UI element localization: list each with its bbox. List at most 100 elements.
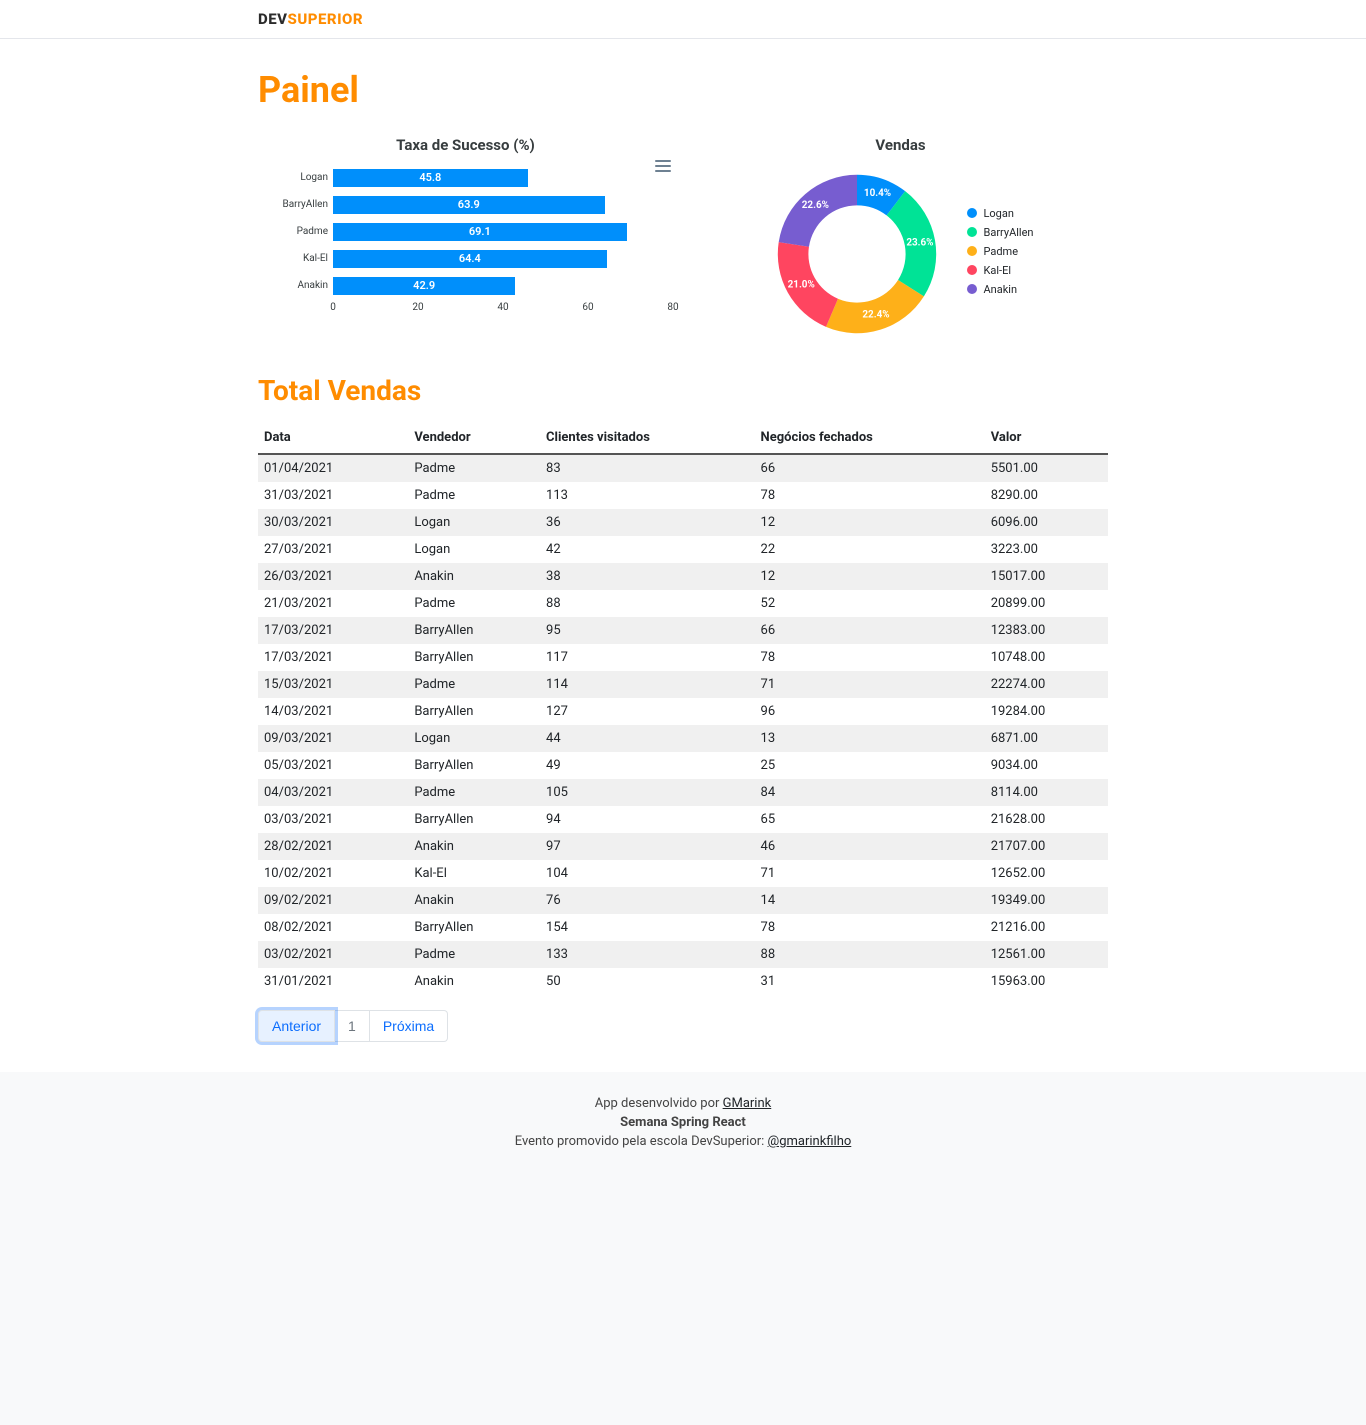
table-cell: 30/03/2021: [258, 509, 408, 536]
table-row: 17/03/2021BarryAllen1177810748.00: [258, 644, 1108, 671]
bar-chart-title: Taxa de Sucesso (%): [258, 136, 673, 154]
table-cell: 71: [755, 860, 985, 887]
table-cell: 10748.00: [985, 644, 1108, 671]
bar-fill[interactable]: 69.1: [333, 223, 627, 241]
bar-row: Kal-El64.4: [333, 245, 673, 272]
table-header-cell: Clientes visitados: [540, 422, 755, 454]
table-cell: 31/03/2021: [258, 482, 408, 509]
bar-fill[interactable]: 45.8: [333, 169, 528, 187]
table-cell: 09/02/2021: [258, 887, 408, 914]
table-cell: 95: [540, 617, 755, 644]
footer-event-name: Semana Spring React: [620, 1115, 746, 1130]
bar-track: 63.9: [333, 196, 673, 214]
table-cell: 76: [540, 887, 755, 914]
table-cell: 12383.00: [985, 617, 1108, 644]
bar-row: Logan45.8: [333, 164, 673, 191]
table-cell: 83: [540, 454, 755, 482]
table-cell: 12652.00: [985, 860, 1108, 887]
table-cell: 78: [755, 914, 985, 941]
bar-fill[interactable]: 63.9: [333, 196, 605, 214]
bar-track: 45.8: [333, 169, 673, 187]
table-cell: 78: [755, 482, 985, 509]
legend-swatch: [967, 265, 977, 275]
table-cell: 5501.00: [985, 454, 1108, 482]
legend-swatch: [967, 246, 977, 256]
pagination-prev-button[interactable]: Anterior: [258, 1010, 335, 1042]
bar-row: Padme69.1: [333, 218, 673, 245]
bar-fill[interactable]: 42.9: [333, 277, 515, 295]
legend-label: Logan: [983, 207, 1013, 220]
table-cell: 14/03/2021: [258, 698, 408, 725]
table-cell: Anakin: [408, 887, 540, 914]
table-cell: 66: [755, 617, 985, 644]
logo-part1: DEV: [258, 10, 288, 28]
table-row: 09/02/2021Anakin761419349.00: [258, 887, 1108, 914]
table-cell: Logan: [408, 509, 540, 536]
table-cell: 88: [540, 590, 755, 617]
app-logo: DEVSUPERIOR: [258, 10, 1108, 28]
legend-item[interactable]: Padme: [967, 245, 1033, 258]
logo-part2: SUPERIOR: [288, 10, 364, 28]
table-cell: 15/03/2021: [258, 671, 408, 698]
table-cell: 44: [540, 725, 755, 752]
pagination-current-page[interactable]: 1: [335, 1010, 370, 1042]
table-cell: Anakin: [408, 833, 540, 860]
bar-track: 69.1: [333, 223, 673, 241]
charts-row: Taxa de Sucesso (%) Logan45.8BarryAllen6…: [258, 136, 1108, 344]
table-cell: 15963.00: [985, 968, 1108, 995]
table-cell: 78: [755, 644, 985, 671]
table-cell: 10/02/2021: [258, 860, 408, 887]
table-cell: BarryAllen: [408, 617, 540, 644]
footer-handle-link[interactable]: @gmarinkfilho: [768, 1134, 852, 1149]
donut-slice-label: 23.6%: [907, 237, 934, 248]
legend-item[interactable]: Anakin: [967, 283, 1033, 296]
table-section-title: Total Vendas: [258, 374, 1108, 407]
pagination-next-button[interactable]: Próxima: [370, 1010, 448, 1042]
table-cell: 21707.00: [985, 833, 1108, 860]
table-cell: 52: [755, 590, 985, 617]
table-cell: 3223.00: [985, 536, 1108, 563]
footer-event-promo: Evento promovido pela escola DevSuperior…: [0, 1134, 1366, 1149]
legend-item[interactable]: Kal-El: [967, 264, 1033, 277]
table-cell: 21/03/2021: [258, 590, 408, 617]
bar-fill[interactable]: 64.4: [333, 250, 607, 268]
table-cell: 71: [755, 671, 985, 698]
table-row: 14/03/2021BarryAllen1279619284.00: [258, 698, 1108, 725]
donut-slice[interactable]: [826, 280, 924, 333]
table-cell: BarryAllen: [408, 914, 540, 941]
footer-author-link[interactable]: GMarink: [723, 1096, 772, 1111]
table-cell: 84: [755, 779, 985, 806]
legend-label: Anakin: [983, 283, 1017, 296]
bar-axis-tick: 0: [330, 302, 336, 313]
bar-category-label: BarryAllen: [258, 199, 328, 210]
table-row: 15/03/2021Padme1147122274.00: [258, 671, 1108, 698]
legend-item[interactable]: BarryAllen: [967, 226, 1033, 239]
legend-item[interactable]: Logan: [967, 207, 1033, 220]
donut-slice-label: 22.4%: [863, 310, 890, 321]
table-header-cell: Vendedor: [408, 422, 540, 454]
table-cell: 22274.00: [985, 671, 1108, 698]
bar-track: 64.4: [333, 250, 673, 268]
table-cell: 50: [540, 968, 755, 995]
table-cell: 31: [755, 968, 985, 995]
legend-swatch: [967, 208, 977, 218]
bar-axis-tick: 20: [412, 302, 423, 313]
table-cell: 8290.00: [985, 482, 1108, 509]
table-cell: 17/03/2021: [258, 644, 408, 671]
table-row: 08/02/2021BarryAllen1547821216.00: [258, 914, 1108, 941]
table-cell: 154: [540, 914, 755, 941]
table-cell: 9034.00: [985, 752, 1108, 779]
table-cell: Padme: [408, 941, 540, 968]
table-row: 03/03/2021BarryAllen946521628.00: [258, 806, 1108, 833]
table-row: 05/03/2021BarryAllen49259034.00: [258, 752, 1108, 779]
table-row: 31/03/2021Padme113788290.00: [258, 482, 1108, 509]
table-cell: 66: [755, 454, 985, 482]
table-cell: Padme: [408, 779, 540, 806]
page-title: Painel: [258, 69, 1108, 111]
table-cell: 94: [540, 806, 755, 833]
donut-slice-label: 10.4%: [864, 188, 891, 199]
table-cell: 28/02/2021: [258, 833, 408, 860]
table-cell: 104: [540, 860, 755, 887]
table-row: 03/02/2021Padme1338812561.00: [258, 941, 1108, 968]
table-cell: 19349.00: [985, 887, 1108, 914]
